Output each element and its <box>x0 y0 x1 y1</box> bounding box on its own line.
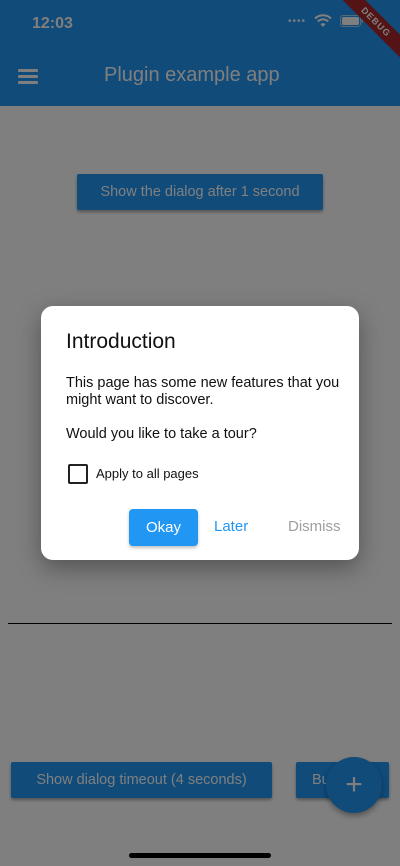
introduction-dialog: Introduction This page has some new feat… <box>41 306 359 560</box>
dismiss-button[interactable]: Dismiss <box>288 518 341 535</box>
apply-all-checkbox[interactable] <box>68 464 88 484</box>
okay-button[interactable]: Okay <box>129 509 198 546</box>
dialog-body-text: This page has some new features that you… <box>66 375 340 408</box>
dialog-title: Introduction <box>66 330 176 353</box>
later-button[interactable]: Later <box>214 518 248 535</box>
apply-all-checkbox-label[interactable]: Apply to all pages <box>96 466 199 481</box>
dialog-question-text: Would you like to take a tour? <box>66 426 257 442</box>
